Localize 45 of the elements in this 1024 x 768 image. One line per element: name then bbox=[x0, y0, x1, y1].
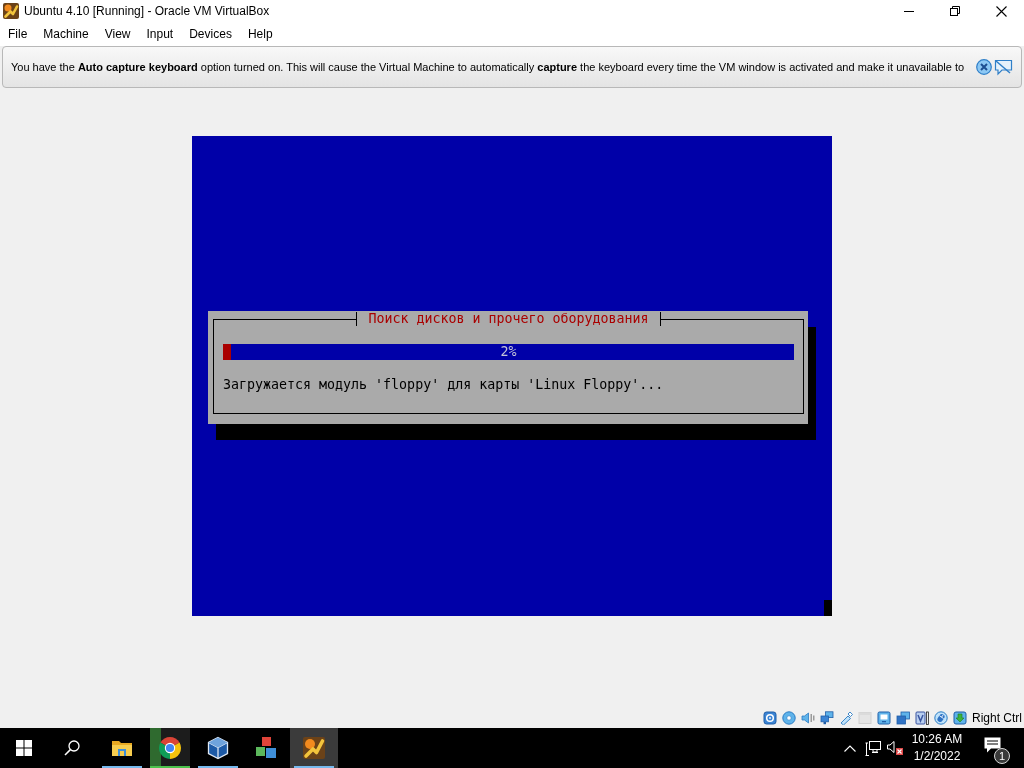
close-icon bbox=[995, 5, 1007, 17]
dialog-title: Поиск дисков и прочего оборудования bbox=[368, 312, 649, 326]
windows-logo-icon bbox=[16, 740, 32, 756]
stick-icon[interactable] bbox=[839, 711, 853, 725]
status-message: Загружается модуль 'floppy' для карты 'Linux Floppy'... bbox=[223, 377, 664, 393]
chevron-box-icon[interactable] bbox=[915, 711, 929, 725]
menu-item[interactable]: Input bbox=[138, 24, 182, 44]
mouse-icon[interactable] bbox=[934, 711, 948, 725]
screens-icon[interactable] bbox=[896, 711, 910, 725]
notice-text: You have the Auto capture keyboard option turned on. This will cause the Virtual Machine to automatically capture the keyboard every time the VM window is activated and make it unavailable to bbox=[11, 59, 965, 75]
blocks-icon bbox=[254, 736, 278, 760]
cursor-block bbox=[824, 600, 832, 616]
muted-speaker-icon bbox=[887, 740, 903, 756]
round-logo-icon bbox=[158, 736, 182, 760]
host-key-label: Right Ctrl bbox=[972, 710, 1022, 727]
display-icon[interactable] bbox=[877, 711, 891, 725]
menu-item[interactable]: Devices bbox=[181, 24, 240, 44]
menu-item[interactable]: View bbox=[96, 24, 139, 44]
menu-item[interactable]: Help bbox=[239, 24, 281, 44]
restore-icon bbox=[950, 6, 960, 16]
app-icon bbox=[302, 736, 326, 760]
clock-button[interactable]: 10:26 AM 1/2/2022 bbox=[906, 728, 968, 768]
window-title: Ubuntu 4.10 [Running] - Oracle VM VirtualBox bbox=[24, 3, 270, 20]
monitors-icon[interactable] bbox=[820, 711, 834, 725]
search-icon bbox=[64, 740, 80, 756]
network-icon bbox=[865, 740, 881, 756]
caret-up-icon bbox=[844, 744, 856, 752]
cube-icon bbox=[206, 736, 230, 760]
menu-item[interactable]: File bbox=[0, 24, 36, 44]
notification-count: 1 bbox=[994, 748, 1010, 764]
disc-icon[interactable] bbox=[782, 711, 796, 725]
clock-date: 1/2/2022 bbox=[913, 748, 961, 765]
taskbar-button[interactable] bbox=[290, 728, 338, 768]
speaker-icon[interactable] bbox=[801, 711, 815, 725]
notification-icon bbox=[983, 737, 1001, 753]
crossed-bubble-icon[interactable] bbox=[994, 58, 1013, 76]
progress-reading: 2% bbox=[500, 344, 517, 360]
down-arrow-icon[interactable] bbox=[953, 711, 967, 725]
close-icon[interactable] bbox=[976, 59, 992, 75]
app-icon bbox=[3, 3, 19, 19]
notifications-button[interactable]: 1 bbox=[974, 728, 1014, 768]
minimize-icon bbox=[904, 10, 914, 12]
menu-item[interactable]: Machine bbox=[35, 24, 97, 44]
clock-time: 10:26 AM bbox=[911, 731, 963, 748]
hard-disk-icon[interactable] bbox=[763, 711, 777, 725]
